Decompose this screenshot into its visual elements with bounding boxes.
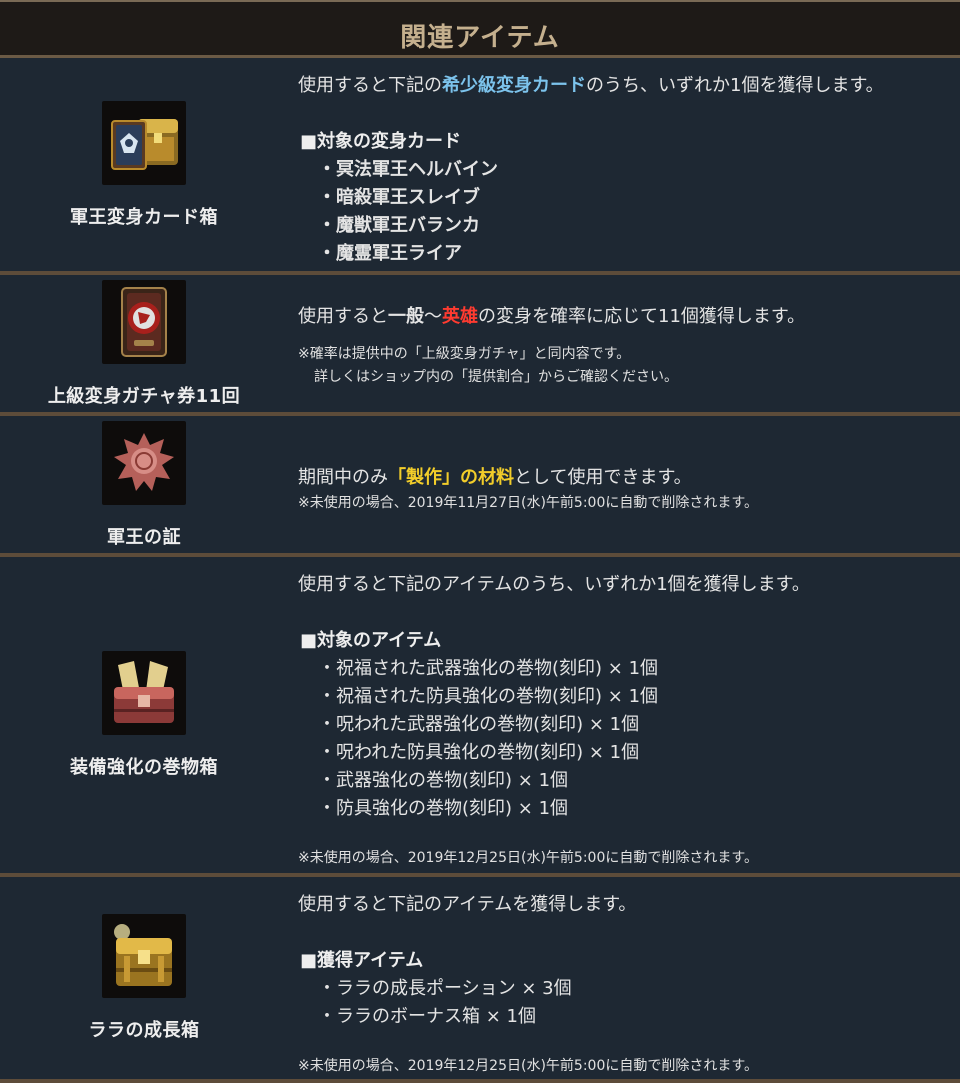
item-description: 使用すると下記の希少級変身カードのうち、いずれか1個を獲得します。 bbox=[298, 75, 884, 96]
list-item: ・冥法軍王ヘルバイン bbox=[318, 159, 498, 180]
list-item: ・ララのボーナス箱 × 1個 bbox=[318, 1006, 536, 1027]
list-item: ・魔霊軍王ライア bbox=[318, 243, 462, 264]
gacha-ticket-icon bbox=[102, 279, 186, 364]
item-identity: ララの成長箱 bbox=[0, 877, 288, 1079]
rarity-highlight: 希少級変身カード bbox=[442, 75, 586, 96]
item-name: 上級変身ガチャ券11回 bbox=[47, 385, 241, 407]
list-item: ・魔獣軍王バランカ bbox=[318, 215, 480, 236]
scroll-chest-icon bbox=[102, 651, 186, 735]
card-chest-icon bbox=[102, 100, 186, 185]
list-item: ・ララの成長ポーション × 3個 bbox=[318, 978, 572, 999]
item-identity: 軍王の証 bbox=[0, 416, 288, 553]
item-details: 使用すると下記のアイテムを獲得します。 ■獲得アイテム ・ララの成長ポーション … bbox=[298, 877, 950, 1079]
item-name: ララの成長箱 bbox=[88, 1020, 200, 1041]
item-row-growth-box: ララの成長箱 使用すると下記のアイテムを獲得します。 ■獲得アイテム ・ララの成… bbox=[0, 877, 960, 1083]
item-description: 使用すると下記のアイテムを獲得します。 bbox=[298, 894, 637, 915]
section-header: 関連アイテム bbox=[0, 0, 960, 58]
list-item: ・呪われた防具強化の巻物(刻印) × 1個 bbox=[318, 742, 640, 763]
item-identity: 上級変身ガチャ券11回 bbox=[0, 275, 288, 412]
item-description: 使用すると一般～英雄の変身を確率に応じて11個獲得します。 bbox=[298, 306, 806, 327]
item-row-scroll-box: 装備強化の巻物箱 使用すると下記のアイテムのうち、いずれか1個を獲得します。 ■… bbox=[0, 557, 960, 877]
list-item: ・祝福された武器強化の巻物(刻印) × 1個 bbox=[318, 658, 659, 679]
item-description: 使用すると下記のアイテムのうち、いずれか1個を獲得します。 bbox=[298, 574, 810, 595]
list-heading: ■対象のアイテム bbox=[300, 630, 442, 651]
list-item: ・呪われた武器強化の巻物(刻印) × 1個 bbox=[318, 714, 640, 735]
item-description: 期間中のみ「製作」の材料として使用できます。 bbox=[298, 467, 692, 488]
list-heading: ■獲得アイテム bbox=[300, 950, 424, 971]
item-note: ※未使用の場合、2019年11月27日(水)午前5:00に自動で削除されます。 bbox=[298, 495, 758, 511]
item-row-seal: 軍王の証 期間中のみ「製作」の材料として使用できます。 ※未使用の場合、2019… bbox=[0, 416, 960, 557]
item-note: ※未使用の場合、2019年12月25日(水)午前5:00に自動で削除されます。 bbox=[298, 850, 758, 866]
item-details: 使用すると下記の希少級変身カードのうち、いずれか1個を獲得します。 ■対象の変身… bbox=[298, 58, 950, 271]
item-identity: 装備強化の巻物箱 bbox=[0, 557, 288, 873]
list-item: ・祝福された防具強化の巻物(刻印) × 1個 bbox=[318, 686, 659, 707]
item-row-gacha-ticket: 上級変身ガチャ券11回 使用すると一般～英雄の変身を確率に応じて11個獲得します… bbox=[0, 275, 960, 416]
item-name: 軍王変身カード箱 bbox=[70, 206, 218, 228]
rarity-highlight: 英雄 bbox=[442, 306, 478, 327]
item-note: ※未使用の場合、2019年12月25日(水)午前5:00に自動で削除されます。 bbox=[298, 1058, 758, 1074]
item-name: 装備強化の巻物箱 bbox=[70, 757, 218, 778]
item-details: 使用すると下記のアイテムのうち、いずれか1個を獲得します。 ■対象のアイテム ・… bbox=[298, 557, 950, 873]
seal-emblem-icon bbox=[102, 420, 186, 505]
list-heading: ■対象の変身カード bbox=[300, 131, 462, 152]
item-name: 軍王の証 bbox=[107, 526, 181, 548]
item-note: 詳しくはショップ内の「提供割合」からご確認ください。 bbox=[314, 369, 678, 385]
item-note: ※確率は提供中の「上級変身ガチャ」と同内容です。 bbox=[298, 346, 631, 362]
material-highlight: 「製作」の材料 bbox=[388, 467, 514, 488]
list-item: ・暗殺軍王スレイブ bbox=[318, 187, 480, 208]
item-identity: 軍王変身カード箱 bbox=[0, 58, 288, 271]
section-title: 関連アイテム bbox=[400, 23, 560, 53]
list-item: ・防具強化の巻物(刻印) × 1個 bbox=[318, 798, 569, 819]
item-details: 使用すると一般～英雄の変身を確率に応じて11個獲得します。 ※確率は提供中の「上… bbox=[298, 275, 950, 412]
list-item: ・武器強化の巻物(刻印) × 1個 bbox=[318, 770, 569, 791]
item-details: 期間中のみ「製作」の材料として使用できます。 ※未使用の場合、2019年11月2… bbox=[298, 416, 950, 553]
golden-chest-icon bbox=[102, 914, 186, 998]
item-row-card-box: 軍王変身カード箱 使用すると下記の希少級変身カードのうち、いずれか1個を獲得しま… bbox=[0, 58, 960, 275]
